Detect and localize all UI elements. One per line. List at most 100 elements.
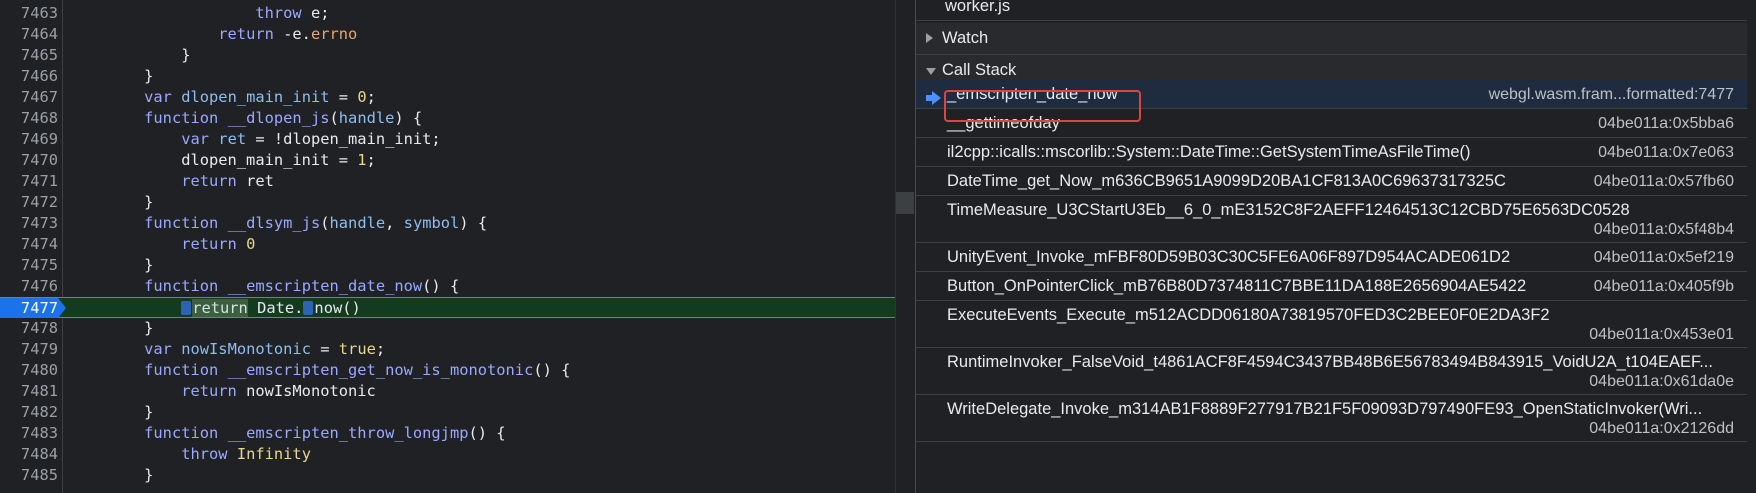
code-line[interactable]: 7485 } xyxy=(0,465,895,486)
code-text: } xyxy=(70,66,153,87)
inline-breakpoint-marker-icon[interactable] xyxy=(303,301,314,315)
active-line-number[interactable]: 7477 xyxy=(0,298,66,319)
line-number[interactable]: 7480 xyxy=(0,360,58,381)
line-number[interactable]: 7466 xyxy=(0,66,58,87)
code-token: () { xyxy=(422,277,460,295)
code-token: = !dlopen_main_init; xyxy=(246,130,441,148)
call-stack-frame[interactable]: DateTime_get_Now_m636CB9651A9099D20BA1CF… xyxy=(916,167,1756,196)
code-token: 0 xyxy=(246,235,256,253)
code-line[interactable]: 7464 return -e.errno xyxy=(0,24,895,45)
line-number[interactable]: 7473 xyxy=(0,213,58,234)
code-text: } xyxy=(70,45,190,66)
code-line[interactable]: 7479 var nowIsMonotonic = true; xyxy=(0,339,895,360)
call-stack-frame[interactable]: WriteDelegate_Invoke_m314AB1F8889F277917… xyxy=(916,395,1756,442)
code-text: } xyxy=(70,255,153,276)
code-token: } xyxy=(70,403,154,421)
code-token: dlopen_main_init = xyxy=(70,151,358,169)
line-number[interactable]: 7482 xyxy=(0,402,58,423)
sidebar-scrollbar[interactable] xyxy=(1747,0,1756,493)
line-number[interactable]: 7484 xyxy=(0,444,58,465)
code-line[interactable]: 7465 } xyxy=(0,45,895,66)
code-line[interactable]: 7483 function __emscripten_throw_longjmp… xyxy=(0,423,895,444)
code-line[interactable]: 7472 } xyxy=(0,192,895,213)
line-number[interactable]: 7468 xyxy=(0,108,58,129)
code-token: -e. xyxy=(273,25,311,43)
code-line[interactable]: 7470 dlopen_main_init = 1; xyxy=(0,150,895,171)
code-line[interactable]: 7467 var dlopen_main_init = 0; xyxy=(0,87,895,108)
line-number[interactable]: 7471 xyxy=(0,171,58,192)
frame-location[interactable]: 04be011a:0x7e063 xyxy=(1598,144,1734,162)
frame-location[interactable]: 04be011a:0x57fb60 xyxy=(1594,173,1734,191)
frame-location[interactable]: webgl.wasm.fram...formatted:7477 xyxy=(1489,86,1734,104)
line-number[interactable]: 7475 xyxy=(0,255,58,276)
code-line[interactable]: 7474 return 0 xyxy=(0,234,895,255)
call-stack-frame[interactable]: UnityEvent_Invoke_mFBF80D59B03C30C5FE6A0… xyxy=(916,243,1756,272)
line-number[interactable]: 7463 xyxy=(0,3,58,24)
line-number[interactable]: 7472 xyxy=(0,192,58,213)
code-line[interactable]: 7463 throw e; xyxy=(0,3,895,24)
code-line[interactable]: 7471 return ret xyxy=(0,171,895,192)
frame-function-name: TimeMeasure_U3CStartU3Eb__6_0_mE3152C8F2… xyxy=(947,201,1630,219)
frame-location[interactable]: 04be011a:0x2126dd xyxy=(1589,420,1734,438)
code-token: = xyxy=(329,88,358,106)
code-line[interactable]: 7469 var ret = !dlopen_main_init; xyxy=(0,129,895,150)
code-token: throw xyxy=(181,445,228,463)
code-line[interactable]: 7476 function __emscripten_date_now() { xyxy=(0,276,895,297)
code-line[interactable]: 7478 } xyxy=(0,318,895,339)
code-line[interactable]: 7480 function __emscripten_get_now_is_mo… xyxy=(0,360,895,381)
frame-location[interactable]: 04be011a:0x61da0e xyxy=(1589,373,1734,391)
code-token: Infinity xyxy=(236,445,311,463)
code-scroll-thumb[interactable] xyxy=(896,192,914,214)
call-stack-frame[interactable]: TimeMeasure_U3CStartU3Eb__6_0_mE3152C8F2… xyxy=(916,196,1756,243)
line-number[interactable]: 7481 xyxy=(0,381,58,402)
call-stack-frame[interactable]: il2cpp::icalls::mscorlib::System::DateTi… xyxy=(916,138,1756,167)
frame-location[interactable]: 04be011a:0x5bba6 xyxy=(1598,115,1734,133)
frame-location[interactable]: 04be011a:0x405f9b xyxy=(1594,278,1734,296)
line-number[interactable]: 7465 xyxy=(0,45,58,66)
code-line[interactable]: 7468 function __dlopen_js(handle) { xyxy=(0,108,895,129)
code-token: var xyxy=(144,88,172,106)
line-number[interactable]: 7469 xyxy=(0,129,58,150)
call-stack-frame[interactable]: Button_OnPointerClick_mB76B80D7374811C7B… xyxy=(916,272,1756,301)
line-number[interactable]: 7479 xyxy=(0,339,58,360)
code-line[interactable]: 7481 return nowIsMonotonic xyxy=(0,381,895,402)
code-text: return 0 xyxy=(70,234,255,255)
code-token: e; xyxy=(301,4,330,22)
line-number[interactable]: 7470 xyxy=(0,150,58,171)
source-code-editor[interactable]: 7463 throw e; 7464 return -e.errno 7465 } 7… xyxy=(0,0,895,493)
frame-function-name: Button_OnPointerClick_mB76B80D7374811C7B… xyxy=(947,277,1527,295)
inline-breakpoint-marker-icon[interactable] xyxy=(181,301,192,315)
code-text: function __emscripten_get_now_is_monoton… xyxy=(70,360,570,381)
line-number[interactable]: 7464 xyxy=(0,24,58,45)
code-line[interactable]: 7473 function __dlsym_js(handle, symbol)… xyxy=(0,213,895,234)
code-scrollbar[interactable] xyxy=(895,0,916,493)
frame-location[interactable]: 04be011a:0x453e01 xyxy=(1589,326,1734,344)
source-file-name: worker.js xyxy=(945,0,1011,15)
line-number[interactable]: 7478 xyxy=(0,318,58,339)
frame-location[interactable]: 04be011a:0x5f48b4 xyxy=(1594,221,1734,239)
code-line[interactable]: 7475 } xyxy=(0,255,895,276)
current-execution-line[interactable]: 7477 return Date. now() xyxy=(0,297,895,319)
line-number[interactable]: 7467 xyxy=(0,87,58,108)
code-line[interactable]: 7484 throw Infinity xyxy=(0,444,895,465)
frame-location[interactable]: 04be011a:0x5ef219 xyxy=(1594,249,1734,267)
frame-function-name: WriteDelegate_Invoke_m314AB1F8889F277917… xyxy=(947,400,1703,418)
call-stack-frame[interactable]: RuntimeInvoker_FalseVoid_t4861ACF8F4594C… xyxy=(916,348,1756,395)
line-number[interactable]: 7485 xyxy=(0,465,58,486)
line-number[interactable]: 7476 xyxy=(0,276,58,297)
line-number[interactable]: 7483 xyxy=(0,423,58,444)
call-stack-frame[interactable]: ExecuteEvents_Execute_m512ACDD06180A7381… xyxy=(916,301,1756,348)
source-file-row[interactable]: worker.js xyxy=(916,0,1756,21)
code-line[interactable]: 7466 } xyxy=(0,66,895,87)
code-line[interactable]: 7482 } xyxy=(0,402,895,423)
watch-label: Watch xyxy=(942,29,989,47)
code-token: ) { xyxy=(394,109,423,127)
line-number[interactable]: 7474 xyxy=(0,234,58,255)
watch-section-header[interactable]: Watch xyxy=(916,23,1756,55)
